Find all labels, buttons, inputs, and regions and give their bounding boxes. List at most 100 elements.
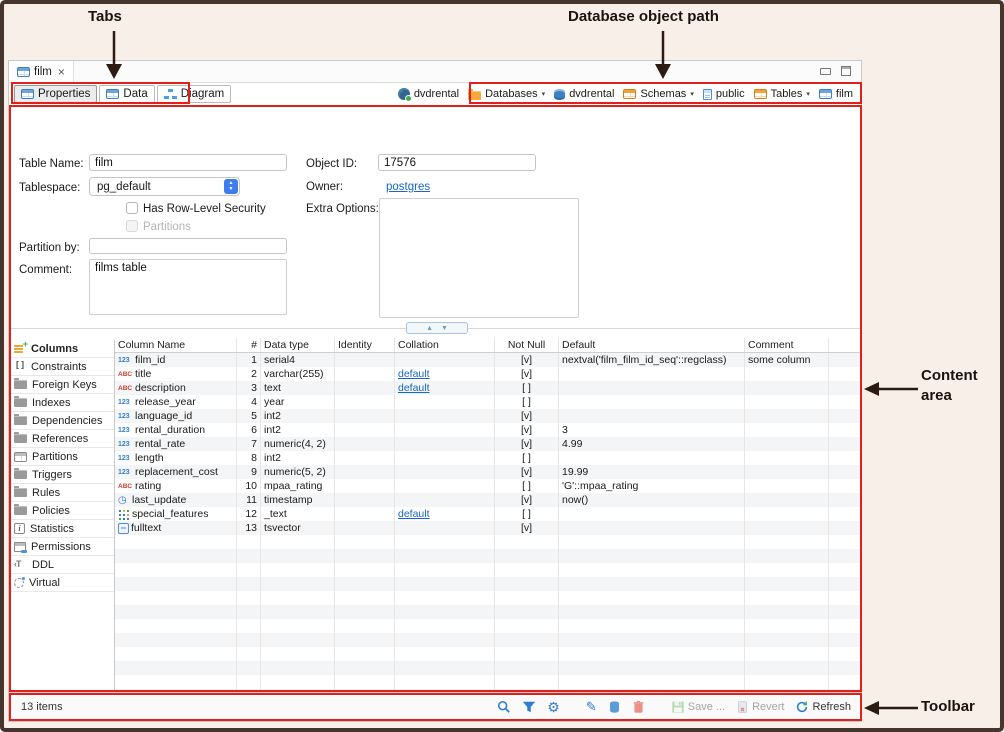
breadcrumb-item-databases[interactable]: Databases▾ — [468, 88, 545, 100]
collation-cell — [395, 395, 495, 409]
rls-checkbox[interactable] — [126, 202, 138, 214]
cell: [v] — [495, 367, 559, 381]
table-row[interactable] — [115, 633, 861, 647]
cell — [335, 605, 395, 619]
column-header-not-null[interactable]: Not Null — [495, 338, 559, 352]
extra-options-field[interactable] — [379, 198, 579, 318]
column-header-data-type[interactable]: Data type — [261, 338, 335, 352]
tab-properties[interactable]: Properties — [14, 85, 97, 103]
table-row[interactable]: release_year4year[ ] — [115, 395, 861, 409]
table-row[interactable]: rental_rate7numeric(4, 2)[v]4.99 — [115, 437, 861, 451]
sidebar-item-permissions[interactable]: Permissions — [11, 538, 114, 556]
sash-collapse-control[interactable]: ▲▼ — [406, 322, 468, 334]
cell — [745, 619, 829, 633]
breadcrumb-label: Databases — [485, 88, 538, 100]
table-row[interactable] — [115, 661, 861, 675]
sidebar-item-label: Foreign Keys — [32, 379, 97, 391]
column-header-default[interactable]: Default — [559, 338, 745, 352]
table-row[interactable] — [115, 563, 861, 577]
collation-default-link[interactable]: default — [398, 507, 430, 521]
table-row[interactable]: description3textdefault[ ] — [115, 381, 861, 395]
column-name: film_id — [135, 353, 165, 367]
edit-button[interactable]: ✎ — [584, 700, 599, 714]
close-icon[interactable]: × — [58, 65, 65, 79]
column-header-identity[interactable]: Identity — [335, 338, 395, 352]
column-header-filler — [829, 338, 861, 352]
table-row[interactable]: special_features12_textdefault[ ] — [115, 507, 861, 521]
minimize-icon[interactable] — [820, 68, 831, 75]
table-row[interactable]: rating10mpaa_rating[ ]'G'::mpaa_rating — [115, 479, 861, 493]
breadcrumb-item-tables[interactable]: Tables▾ — [754, 88, 810, 100]
table-row[interactable]: last_update11timestamp[v]now() — [115, 493, 861, 507]
cell: text — [261, 381, 335, 395]
owner-link[interactable]: postgres — [386, 181, 430, 193]
sidebar-item-statistics[interactable]: Statistics — [11, 520, 114, 538]
sidebar-item-foreign-keys[interactable]: Foreign Keys — [11, 376, 114, 394]
add-column-button[interactable] — [606, 700, 623, 714]
table-row[interactable]: title2varchar(255)default[v] — [115, 367, 861, 381]
partitions-checkbox — [126, 220, 138, 232]
sidebar-item-triggers[interactable]: Triggers — [11, 466, 114, 484]
table-row[interactable]: replacement_cost9numeric(5, 2)[v]19.99 — [115, 465, 861, 479]
collation-cell: default — [395, 367, 495, 381]
sidebar-item-policies[interactable]: Policies — [11, 502, 114, 520]
numeric-icon — [118, 454, 133, 463]
breadcrumb-item-dvdrental[interactable]: dvdrental — [398, 88, 459, 100]
maximize-icon[interactable] — [841, 66, 851, 76]
table-row[interactable]: length8int2[ ] — [115, 451, 861, 465]
breadcrumb-item-schemas[interactable]: Schemas▾ — [623, 88, 693, 100]
column-header-column-name[interactable]: Column Name — [115, 338, 237, 352]
cell — [559, 647, 745, 661]
column-name-cell: description — [115, 381, 237, 395]
table-row[interactable] — [115, 549, 861, 563]
filter-button[interactable] — [520, 700, 538, 714]
comment-field[interactable]: films table — [89, 259, 287, 315]
partition-by-field[interactable] — [89, 238, 287, 254]
cell: 4 — [237, 395, 261, 409]
sidebar-item-dependencies[interactable]: Dependencies — [11, 412, 114, 430]
cell — [335, 507, 395, 521]
cell-filler — [829, 493, 861, 507]
column-header-collation[interactable]: Collation — [395, 338, 495, 352]
table-name-field[interactable] — [89, 154, 287, 171]
table-row[interactable] — [115, 591, 861, 605]
save-button: Save ... — [669, 700, 727, 714]
tablespace-label: Tablespace: — [19, 182, 80, 194]
table-row[interactable]: language_id5int2[v] — [115, 409, 861, 423]
column-header-comment[interactable]: Comment — [745, 338, 829, 352]
sidebar-item-virtual[interactable]: Virtual — [11, 574, 114, 592]
sidebar-item-rules[interactable]: Rules — [11, 484, 114, 502]
refresh-button[interactable]: Refresh — [793, 700, 853, 714]
sidebar-item-columns[interactable]: Columns — [11, 340, 114, 358]
collation-default-link[interactable]: default — [398, 367, 430, 381]
editor-tab-film[interactable]: film × — [9, 61, 74, 82]
collation-default-link[interactable]: default — [398, 381, 430, 395]
table-row[interactable] — [115, 675, 861, 689]
cell-filler — [829, 367, 861, 381]
object-id-field[interactable] — [378, 154, 536, 171]
settings-button[interactable]: ⚙ — [545, 700, 562, 714]
breadcrumb-item-film[interactable]: film — [819, 88, 853, 100]
breadcrumb-item-dvdrental[interactable]: dvdrental — [554, 88, 614, 100]
tablespace-select[interactable]: pg_default ▲▼ — [89, 177, 240, 196]
table-row[interactable] — [115, 577, 861, 591]
search-button[interactable] — [495, 700, 513, 714]
table-row[interactable]: rental_duration6int2[v]3 — [115, 423, 861, 437]
column-header-[interactable]: # — [237, 338, 261, 352]
table-row[interactable] — [115, 619, 861, 633]
sidebar-item-ddl[interactable]: DDL — [11, 556, 114, 574]
sidebar-item-indexes[interactable]: Indexes — [11, 394, 114, 412]
sidebar-item-partitions[interactable]: Partitions — [11, 448, 114, 466]
sidebar-item-references[interactable]: References — [11, 430, 114, 448]
cell — [745, 465, 829, 479]
table-row[interactable]: fulltext13tsvector[v] — [115, 521, 861, 535]
sidebar-item-constraints[interactable]: Constraints — [11, 358, 114, 376]
table-row[interactable]: film_id1serial4[v]nextval('film_film_id_… — [115, 353, 861, 367]
breadcrumb-item-public[interactable]: public — [703, 88, 745, 100]
table-row[interactable] — [115, 605, 861, 619]
delete-button[interactable] — [630, 700, 647, 714]
tab-data[interactable]: Data — [99, 85, 154, 103]
table-row[interactable] — [115, 535, 861, 549]
tab-diagram[interactable]: Diagram — [157, 85, 231, 103]
table-row[interactable] — [115, 647, 861, 661]
